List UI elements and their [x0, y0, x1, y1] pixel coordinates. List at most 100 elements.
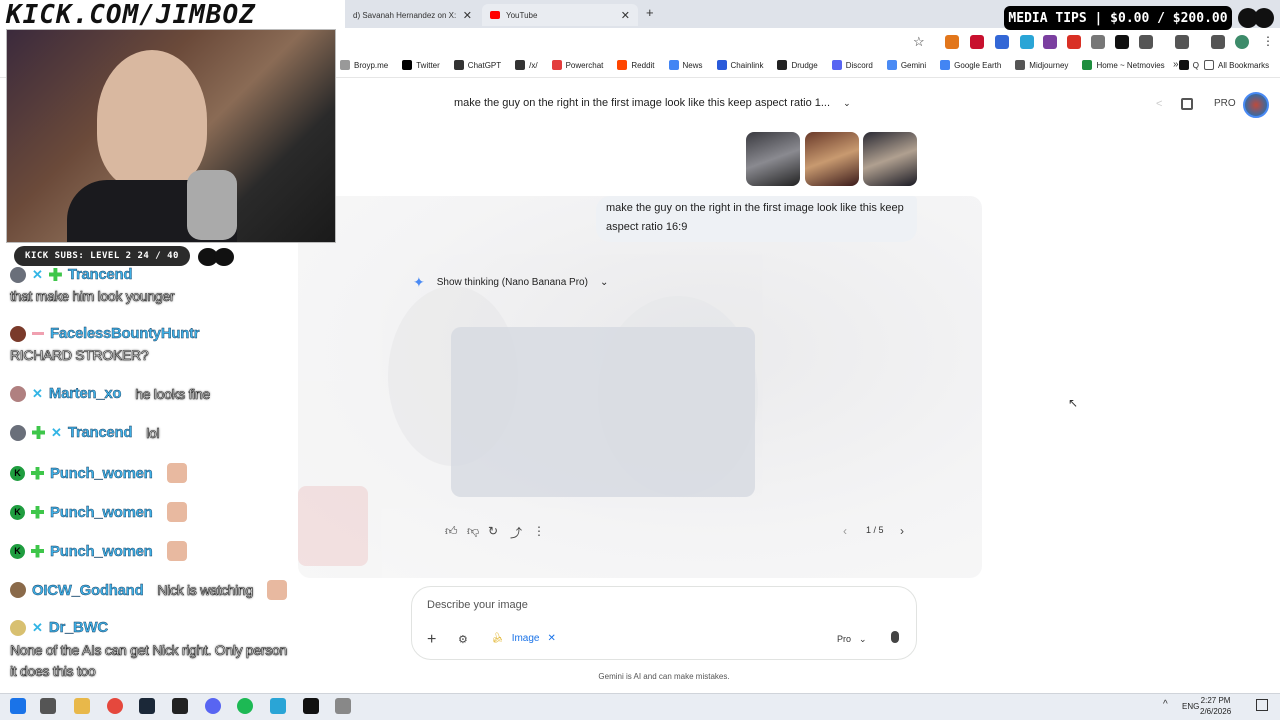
bookmark-item[interactable]: Drudge	[777, 60, 818, 70]
attached-image-3[interactable]	[863, 132, 917, 186]
bookmark-item[interactable]: Google Earth	[940, 60, 1001, 70]
puzzle-icon[interactable]	[1139, 35, 1153, 49]
bookmark-item[interactable]: Reddit	[617, 60, 655, 70]
bookmark-item[interactable]: Broyp.me	[340, 60, 388, 70]
bookmark-item[interactable]: /x/	[515, 60, 538, 70]
share-icon[interactable]: <	[1156, 98, 1162, 110]
thinking-label: Show thinking (Nano Banana Pro)	[436, 277, 588, 288]
microphone-icon[interactable]	[891, 631, 899, 643]
list-icon[interactable]	[1211, 35, 1225, 49]
subscriber-badge-icon	[32, 426, 45, 439]
x-icon[interactable]	[1115, 35, 1129, 49]
thumbs-down-icon[interactable]: 👎︎	[467, 524, 479, 539]
bookmark-item[interactable]: News	[668, 60, 703, 70]
conversation-title[interactable]: make the guy on the right in the first i…	[454, 97, 851, 109]
extension-icon[interactable]	[1043, 35, 1057, 49]
attached-image-1[interactable]	[746, 132, 800, 186]
bookmark-item[interactable]: Midjourney	[1015, 60, 1068, 70]
bookmark-icon	[453, 60, 464, 70]
close-icon[interactable]: ✕	[621, 9, 630, 22]
spotify-icon[interactable]	[237, 698, 253, 714]
extension-icon[interactable]	[1091, 35, 1105, 49]
cast-icon[interactable]	[1175, 35, 1189, 49]
gemini-spark-icon: ✦	[413, 274, 425, 290]
menu-icon[interactable]: ⋮	[1262, 34, 1274, 48]
chat-message: K Punch_women	[10, 541, 187, 561]
avatar	[10, 325, 26, 342]
model-select[interactable]: Pro ⌄	[837, 634, 867, 645]
tools-icon[interactable]: ⚙	[458, 633, 468, 646]
bookmark-icon	[1082, 60, 1093, 70]
language-indicator[interactable]: ENG	[1182, 702, 1199, 711]
more-options-icon[interactable]: ⋮	[533, 524, 545, 538]
emote-icon	[266, 580, 287, 600]
bookmark-item[interactable]: Twitter	[402, 60, 440, 70]
bookmark-item[interactable]: Chainlink	[716, 60, 763, 70]
steam-icon[interactable]	[139, 698, 155, 714]
all-bookmarks[interactable]: All Bookmarks	[1204, 60, 1269, 70]
bookmark-item[interactable]: Home ~ Netmovies	[1082, 60, 1165, 70]
prompt-input-placeholder[interactable]: Describe your image	[427, 599, 528, 611]
notification-icon[interactable]	[1256, 699, 1268, 711]
bookmark-icon	[777, 60, 788, 70]
obs-icon[interactable]	[205, 698, 221, 714]
chat-message: K Punch_women	[10, 463, 187, 483]
extension-icon[interactable]	[970, 35, 984, 49]
webcam-feed	[6, 29, 336, 243]
app-icon[interactable]	[303, 698, 319, 714]
previous-draft-button[interactable]: ‹	[843, 524, 847, 538]
image-chip[interactable]: 🍌︎ Image ✕	[491, 633, 556, 644]
chevron-down-icon[interactable]: ⌄	[600, 277, 608, 288]
show-thinking-toggle[interactable]: ✦ Show thinking (Nano Banana Pro) ⌄	[413, 274, 608, 291]
avatar	[10, 619, 26, 636]
task-view-icon[interactable]	[40, 698, 56, 714]
user-avatar[interactable]	[1243, 92, 1269, 118]
terminal-icon[interactable]	[172, 698, 188, 714]
chat-message: that make him look younger	[10, 288, 175, 305]
chat-text: RICHARD STROKER?	[10, 347, 149, 364]
attached-image-2[interactable]	[805, 132, 859, 186]
extension-icon[interactable]	[1020, 35, 1034, 49]
bookmark-item[interactable]: ChatGPT	[453, 60, 501, 70]
chevron-down-icon[interactable]: ⌄	[843, 98, 851, 108]
windows-start-icon[interactable]	[10, 698, 26, 714]
sword-badge-icon: ✕	[32, 266, 43, 282]
share-icon[interactable]: ⤴	[510, 524, 522, 541]
chevron-right-icon[interactable]: »	[1173, 59, 1179, 70]
bookmark-icon	[340, 60, 350, 70]
bookmark-item[interactable]: Gemini	[886, 60, 926, 70]
clock[interactable]: 2:27 PM 2/6/2026	[1200, 695, 1231, 717]
close-icon[interactable]: ✕	[463, 9, 472, 22]
profile-avatar[interactable]	[1235, 35, 1249, 49]
bookmark-label: Powerchat	[565, 60, 604, 70]
tab-youtube[interactable]: YouTube ✕	[482, 4, 638, 26]
emote-icon	[166, 541, 187, 561]
sword-badge-icon: ✕	[32, 385, 43, 401]
bookmark-item[interactable]: Powerchat	[551, 60, 604, 70]
chat-text: that make him look younger	[10, 288, 175, 305]
file-explorer-icon[interactable]	[74, 698, 90, 714]
close-icon[interactable]: ✕	[548, 633, 556, 644]
prompt-input-box[interactable]: Describe your image + ⚙ 🍌︎ Image ✕ Pro ⌄	[411, 586, 917, 660]
app-icon[interactable]	[335, 698, 351, 714]
chevron-up-icon[interactable]: ^	[1163, 699, 1168, 710]
star-icon[interactable]: ☆	[913, 34, 925, 50]
bookmark-item[interactable]: Q	[1178, 60, 1199, 70]
thumbs-up-icon[interactable]: 👍︎	[445, 524, 458, 539]
extension-icon[interactable]	[995, 35, 1009, 49]
add-icon[interactable]: +	[427, 631, 436, 649]
chrome-icon[interactable]	[107, 698, 123, 714]
extension-icon[interactable]	[1067, 35, 1081, 49]
print-icon[interactable]	[1181, 98, 1193, 110]
banana-icon: 🍌︎	[491, 633, 504, 644]
metamask-icon[interactable]	[945, 35, 959, 49]
avatar	[10, 385, 26, 402]
tab-savanah[interactable]: d) Savanah Hernandez on X: ✕	[345, 4, 480, 26]
sword-badge-icon: ✕	[32, 619, 43, 635]
bookmark-item[interactable]: Discord	[831, 60, 873, 70]
image-chip-label: Image	[511, 633, 540, 644]
telegram-icon[interactable]	[270, 698, 286, 714]
new-tab-button[interactable]: +	[646, 5, 654, 20]
regenerate-icon[interactable]: ↻	[488, 524, 498, 538]
next-draft-button[interactable]: ›	[900, 524, 904, 538]
